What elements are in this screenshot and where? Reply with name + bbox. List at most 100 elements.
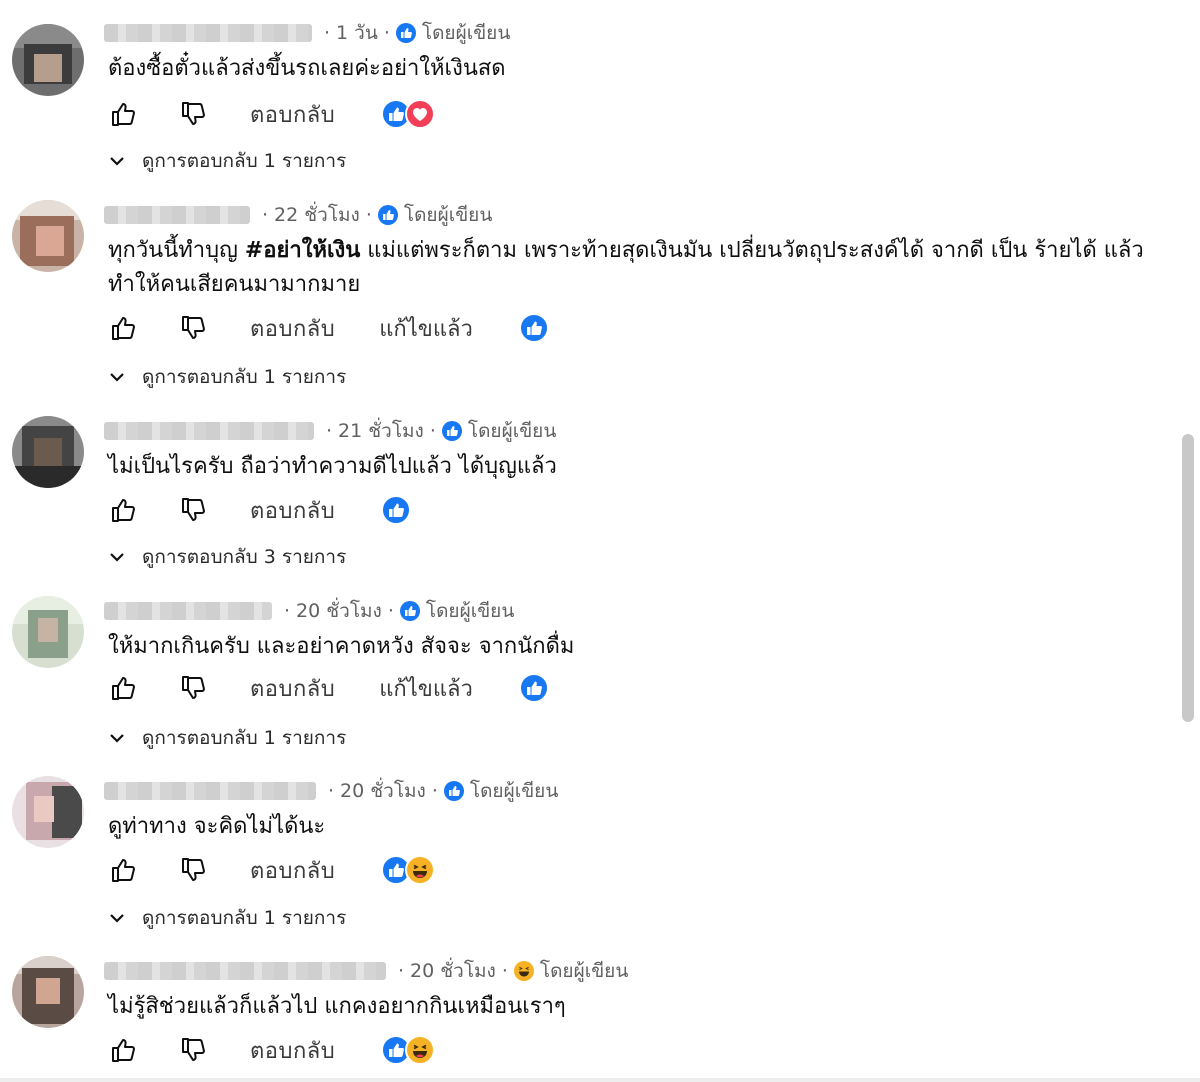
comment-actions: ตอบกลับ [104,490,412,530]
comment-header: · 20 ชั่วโมง · โดยผู้เขียน [104,956,628,986]
thumbs-down-icon[interactable] [178,312,210,344]
comment-meta: · 20 ชั่วโมง · โดยผู้เขียน [278,596,514,626]
view-replies-label: ดูการตอบกลับ 1 รายการ [142,907,347,929]
comment-actions: ตอบกลับ [104,1030,436,1070]
comment-time[interactable]: 1 วัน [336,18,378,48]
view-replies-button[interactable]: ดูการตอบกลับ 1 รายการ [108,903,346,933]
comment-header: · 20 ชั่วโมง · โดยผู้เขียน [104,596,514,626]
comment-text: ไม่เป็นไรครับ ถือว่าทำความดีไปแล้ว ได้บุ… [108,454,557,479]
chevron-down-icon [110,553,124,562]
like-icon [441,421,462,441]
view-replies-label: ดูการตอบกลับ 1 รายการ [142,150,347,172]
comment-text-part: ทุกวันนี้ทำบุญ [108,238,245,263]
edited-label: แก้ไขแล้ว [379,316,473,342]
reply-button[interactable]: ตอบกลับ [250,671,335,706]
author-badge: โดยผู้เขียน [377,200,492,230]
comment-time[interactable]: 20 ชั่วโมง [340,776,426,806]
author-badge: โดยผู้เขียน [513,956,629,986]
comment-meta: · 21 ชั่วโมง · โดยผู้เขียน [320,416,556,446]
author-badge: โดยผู้เขียน [441,416,557,446]
avatar[interactable] [12,416,84,488]
author-badge-label: โดยผู้เขียน [467,420,557,442]
reactions[interactable] [381,855,436,885]
chevron-down-icon [110,373,124,382]
comment-header: · 1 วัน · โดยผู้เขียน [104,18,510,48]
thumbs-up-icon[interactable] [108,494,140,526]
comment-actions: ตอบกลับ แก้ไขแล้ว [104,308,549,348]
comment-time[interactable]: 20 ชั่วโมง [296,596,382,626]
view-replies-label: ดูการตอบกลับ 1 รายการ [142,366,347,388]
avatar[interactable] [12,956,84,1028]
comment-actions: ตอบกลับ [104,850,436,890]
reactions[interactable] [381,1035,436,1065]
comment-text: ทุกวันนี้ทำบุญ #อย่าให้เงิน แม่แต่พระก็ต… [108,234,1148,302]
like-icon [395,23,416,43]
reply-button[interactable]: ตอบกลับ [250,311,335,346]
love-reaction-icon [405,99,436,129]
edited-label: แก้ไขแล้ว [379,676,473,702]
reactions[interactable] [381,99,436,129]
thumbs-down-icon[interactable] [178,1034,210,1066]
haha-reaction-icon [405,855,436,885]
view-replies-label: ดูการตอบกลับ 1 รายการ [142,727,347,749]
reactions[interactable] [381,495,412,525]
comment-time[interactable]: 21 ชั่วโมง [338,416,424,446]
avatar[interactable] [12,596,84,668]
like-reaction-icon [518,313,549,343]
commenter-name-blurred[interactable] [104,422,314,440]
comment-text: ดูท่าทาง จะคิดไม่ได้นะ [108,814,326,839]
view-replies-button[interactable]: ดูการตอบกลับ 1 รายการ [108,146,346,176]
thumbs-up-icon[interactable] [108,312,140,344]
reactions[interactable] [518,313,549,343]
commenter-name-blurred[interactable] [104,602,272,620]
author-badge-label: โดยผู้เขียน [539,960,629,982]
reply-button[interactable]: ตอบกลับ [250,97,335,132]
avatar[interactable] [12,776,84,848]
chevron-down-icon [110,157,124,166]
reactions[interactable] [518,673,549,703]
comment-time[interactable]: 20 ชั่วโมง [410,956,496,986]
avatar[interactable] [12,24,84,96]
comment-meta: · 22 ชั่วโมง · โดยผู้เขียน [256,200,492,230]
thumbs-up-icon[interactable] [108,854,140,886]
haha-reaction-icon [405,1035,436,1065]
comment-meta: · 20 ชั่วโมง · โดยผู้เขียน [392,956,628,986]
chevron-down-icon [110,734,124,743]
author-badge: โดยผู้เขียน [443,776,558,806]
commenter-name-blurred[interactable] [104,206,250,224]
thumbs-up-icon[interactable] [108,672,140,704]
reply-button[interactable]: ตอบกลับ [250,493,335,528]
like-icon [399,601,420,621]
thumbs-down-icon[interactable] [178,672,210,704]
divider [0,1078,1200,1082]
comment-4: · 20 ชั่วโมง · โดยผู้เขียน ให้มากเกินครั… [0,596,1180,756]
reply-button[interactable]: ตอบกลับ [250,853,335,888]
comment-text: ต้องซื้อตั๋วแล้วส่งขึ้นรถเลยค่ะอย่าให้เง… [108,56,506,81]
thumbs-up-icon[interactable] [108,98,140,130]
comment-header: · 20 ชั่วโมง · โดยผู้เขียน [104,776,558,806]
comment-actions: ตอบกลับ [104,94,436,134]
view-replies-button[interactable]: ดูการตอบกลับ 1 รายการ [108,362,346,392]
thumbs-down-icon[interactable] [178,854,210,886]
reply-button[interactable]: ตอบกลับ [250,1033,335,1068]
view-replies-button[interactable]: ดูการตอบกลับ 1 รายการ [108,723,346,753]
comment-meta: · 1 วัน · โดยผู้เขียน [318,18,510,48]
author-badge-label: โดยผู้เขียน [425,600,515,622]
commenter-name-blurred[interactable] [104,24,312,42]
avatar[interactable] [12,200,84,272]
commenter-name-blurred[interactable] [104,782,316,800]
comment-time[interactable]: 22 ชั่วโมง [274,200,360,230]
thumbs-down-icon[interactable] [178,494,210,526]
thumbs-down-icon[interactable] [178,98,210,130]
like-icon [443,781,464,801]
like-icon [377,205,398,225]
thumbs-up-icon[interactable] [108,1034,140,1066]
view-replies-button[interactable]: ดูการตอบกลับ 3 รายการ [108,542,346,572]
comment-1: · 1 วัน · โดยผู้เขียน ต้องซื้อตั๋วแล้วส่… [0,18,1180,188]
commenter-name-blurred[interactable] [104,962,386,980]
author-badge: โดยผู้เขียน [395,18,510,48]
hashtag-link[interactable]: #อย่าให้เงิน [245,238,360,263]
comment-5: · 20 ชั่วโมง · โดยผู้เขียน ดูท่าทาง จะคิ… [0,776,1180,936]
scrollbar-thumb[interactable] [1182,434,1194,722]
author-badge: โดยผู้เขียน [399,596,515,626]
